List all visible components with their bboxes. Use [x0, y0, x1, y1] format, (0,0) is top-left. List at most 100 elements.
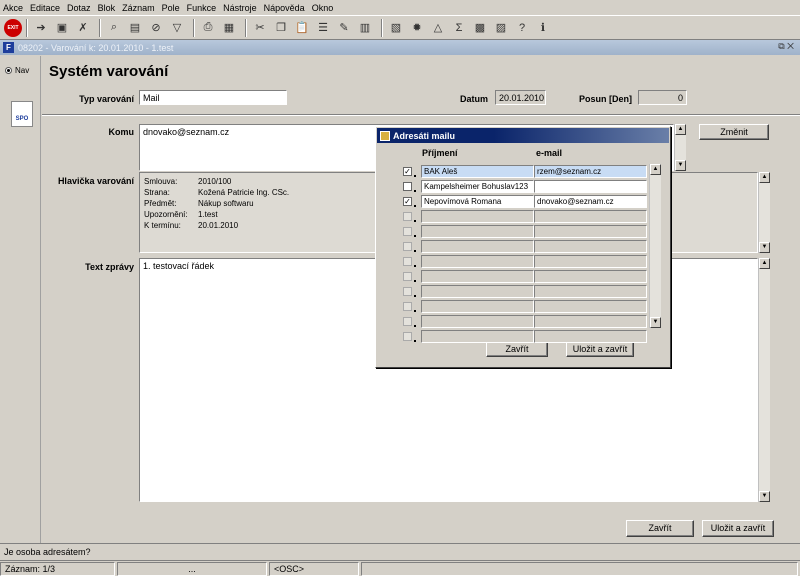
lov-icon[interactable]: ▥	[356, 19, 374, 37]
menu-item[interactable]: Okno	[312, 3, 334, 13]
typ-field[interactable]: Mail	[139, 90, 287, 105]
table-row[interactable]	[421, 240, 647, 254]
menu-item[interactable]: Blok	[98, 3, 116, 13]
email-cell[interactable]	[534, 210, 647, 223]
komu-scrollbar[interactable]: ▲ ▼	[674, 124, 686, 171]
email-cell[interactable]	[534, 270, 647, 283]
zavrit-button[interactable]: Zavřít	[626, 520, 694, 537]
row-checkbox[interactable]	[403, 227, 412, 236]
text-scrollbar[interactable]: ▲ ▼	[758, 258, 770, 502]
dialog-scrollbar[interactable]: ▲ ▼	[649, 164, 661, 328]
radio-icon[interactable]	[5, 67, 12, 74]
menu-item[interactable]: Dotaz	[67, 3, 91, 13]
table-row[interactable]	[421, 210, 647, 224]
save-icon[interactable]: ▣	[53, 19, 71, 37]
prijmeni-cell[interactable]	[421, 300, 534, 313]
email-cell[interactable]	[534, 315, 647, 328]
excel-icon[interactable]: ▩	[471, 19, 489, 37]
posun-field[interactable]: 0	[638, 90, 687, 105]
zmenit-button[interactable]: Změnit	[699, 124, 769, 140]
table-row[interactable]	[421, 330, 647, 344]
calendar-icon[interactable]: ▧	[387, 19, 405, 37]
menu-item[interactable]: Záznam	[122, 3, 155, 13]
row-checkbox[interactable]	[403, 332, 412, 341]
table-row[interactable]: Kampelsheimer Bohuslav123	[421, 180, 647, 194]
sun-icon[interactable]: ✹	[408, 19, 426, 37]
execute-query-icon[interactable]: ▤	[126, 19, 144, 37]
scroll-up-icon[interactable]: ▲	[675, 124, 686, 135]
row-checkbox[interactable]	[403, 317, 412, 326]
menu-item[interactable]: Editace	[30, 3, 60, 13]
scroll-up-icon[interactable]: ▲	[650, 164, 661, 175]
datum-field[interactable]: 20.01.2010	[495, 90, 546, 105]
table-row[interactable]	[421, 285, 647, 299]
table-row[interactable]	[421, 300, 647, 314]
prijmeni-cell[interactable]	[421, 330, 534, 343]
edit-icon[interactable]: ✎	[335, 19, 353, 37]
email-cell[interactable]	[534, 285, 647, 298]
exit-icon[interactable]: EXIT	[4, 18, 22, 37]
row-checkbox[interactable]	[403, 287, 412, 296]
row-checkbox[interactable]	[403, 212, 412, 221]
row-checkbox[interactable]	[403, 272, 412, 281]
prijmeni-cell[interactable]	[421, 270, 534, 283]
window-controls-icon[interactable]: ⧉ ✕	[778, 41, 794, 52]
row-checkbox[interactable]	[403, 242, 412, 251]
menu-item[interactable]: Nástroje	[223, 3, 257, 13]
word-icon[interactable]: ▨	[492, 19, 510, 37]
prijmeni-cell[interactable]: BAK Aleš	[421, 165, 534, 178]
info-icon[interactable]: ℹ	[534, 19, 552, 37]
delete-icon[interactable]: ✗	[74, 19, 92, 37]
sum-icon[interactable]: Σ	[450, 19, 468, 37]
table-row[interactable]	[421, 315, 647, 329]
email-cell[interactable]: dnovako@seznam.cz	[534, 195, 647, 208]
help-icon[interactable]: ?	[513, 19, 531, 37]
email-cell[interactable]	[534, 255, 647, 268]
menu-item[interactable]: Akce	[3, 3, 23, 13]
prijmeni-cell[interactable]	[421, 315, 534, 328]
prijmeni-cell[interactable]	[421, 285, 534, 298]
prijmeni-cell[interactable]: Nepovímová Romana	[421, 195, 534, 208]
email-cell[interactable]	[534, 225, 647, 238]
table-row[interactable]: Nepovímová Romana dnovako@seznam.cz	[421, 195, 647, 209]
menu-item[interactable]: Nápověda	[264, 3, 305, 13]
filter-icon[interactable]: ▽	[168, 19, 186, 37]
row-checkbox[interactable]: ✓	[403, 167, 412, 176]
menu-item[interactable]: Funkce	[187, 3, 217, 13]
prijmeni-cell[interactable]	[421, 225, 534, 238]
email-cell[interactable]	[534, 240, 647, 253]
arrow-right-icon[interactable]: ➔	[32, 19, 50, 37]
scroll-down-icon[interactable]: ▼	[675, 160, 686, 171]
row-checkbox[interactable]	[403, 257, 412, 266]
row-checkbox[interactable]	[403, 182, 412, 191]
email-cell[interactable]: rzem@seznam.cz	[534, 165, 647, 178]
nav-radio[interactable]: Nav	[5, 66, 29, 75]
cut-icon[interactable]: ✂	[251, 19, 269, 37]
scroll-up-icon[interactable]: ▲	[759, 172, 770, 183]
table-row[interactable]	[421, 270, 647, 284]
prijmeni-cell[interactable]: Kampelsheimer Bohuslav123	[421, 180, 534, 193]
scroll-down-icon[interactable]: ▼	[650, 317, 661, 328]
scroll-down-icon[interactable]: ▼	[759, 491, 770, 502]
scroll-down-icon[interactable]: ▼	[759, 242, 770, 253]
row-checkbox[interactable]	[403, 302, 412, 311]
scroll-up-icon[interactable]: ▲	[759, 258, 770, 269]
list-icon[interactable]: ☰	[314, 19, 332, 37]
report-icon[interactable]: ▦	[220, 19, 238, 37]
table-row[interactable]	[421, 255, 647, 269]
print-icon[interactable]: ⎙	[199, 19, 217, 37]
spo-button[interactable]: SPO	[11, 101, 33, 127]
query-icon[interactable]: ⌕	[105, 19, 123, 37]
hlavicka-scrollbar[interactable]: ▲ ▼	[758, 172, 770, 253]
cancel-query-icon[interactable]: ⊘	[147, 19, 165, 37]
row-checkbox[interactable]: ✓	[403, 197, 412, 206]
table-row[interactable]	[421, 225, 647, 239]
email-cell[interactable]	[534, 330, 647, 343]
prijmeni-cell[interactable]	[421, 240, 534, 253]
table-row[interactable]: BAK Aleš rzem@seznam.cz	[421, 165, 647, 179]
ulozit-button[interactable]: Uložit a zavřít	[702, 520, 774, 537]
copy-icon[interactable]: ❐	[272, 19, 290, 37]
menu-item[interactable]: Pole	[162, 3, 180, 13]
prijmeni-cell[interactable]	[421, 255, 534, 268]
email-cell[interactable]	[534, 180, 647, 193]
